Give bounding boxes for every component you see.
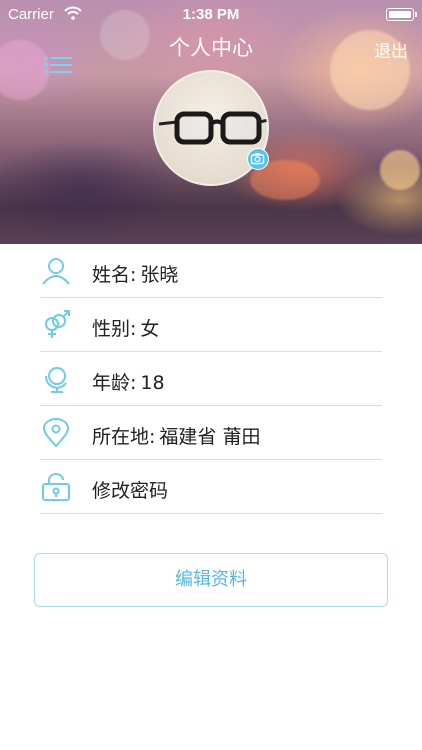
profile-info-list: 姓名: 张晓 性别: 女 年龄: 18 所在地: 福建省 莆田 修改密码	[40, 244, 382, 514]
name-value: 张晓	[140, 264, 179, 286]
age-label: 年龄:	[92, 372, 137, 394]
globe-icon	[40, 363, 72, 395]
location-pin-icon	[40, 417, 72, 449]
logout-button[interactable]: 退出	[374, 37, 408, 62]
list-item-location: 所在地: 福建省 莆田	[40, 406, 382, 460]
gender-icon	[40, 309, 72, 341]
battery-icon	[386, 8, 417, 21]
change-password-label: 修改密码	[92, 480, 169, 502]
name-label: 姓名:	[92, 264, 137, 286]
profile-header: Carrier 1:38 PM 个人中心 退出	[0, 0, 422, 244]
list-icon[interactable]	[44, 55, 72, 79]
location-value: 福建省 莆田	[159, 426, 261, 448]
camera-icon[interactable]	[247, 148, 269, 170]
location-label: 所在地:	[92, 426, 156, 448]
list-item-change-password[interactable]: 修改密码	[40, 460, 382, 514]
status-time: 1:38 PM	[182, 6, 240, 23]
list-item-text: 年龄: 18	[92, 368, 165, 395]
gender-label: 性别:	[92, 318, 137, 340]
list-item-age: 年龄: 18	[40, 352, 382, 406]
list-item-text: 所在地: 福建省 莆田	[92, 422, 260, 449]
list-item-text: 性别: 女	[92, 314, 159, 341]
list-item-gender: 性别: 女	[40, 298, 382, 352]
user-icon	[40, 255, 72, 287]
age-value: 18	[140, 372, 165, 394]
list-item-text: 姓名: 张晓	[92, 260, 178, 287]
background-bokeh	[380, 150, 420, 190]
battery-level	[388, 10, 411, 18]
edit-profile-button[interactable]: 编辑资料	[34, 553, 388, 607]
gender-value: 女	[140, 318, 160, 340]
lock-icon	[40, 471, 72, 503]
status-bar: Carrier 1:38 PM	[0, 0, 422, 30]
list-item-name: 姓名: 张晓	[40, 244, 382, 298]
